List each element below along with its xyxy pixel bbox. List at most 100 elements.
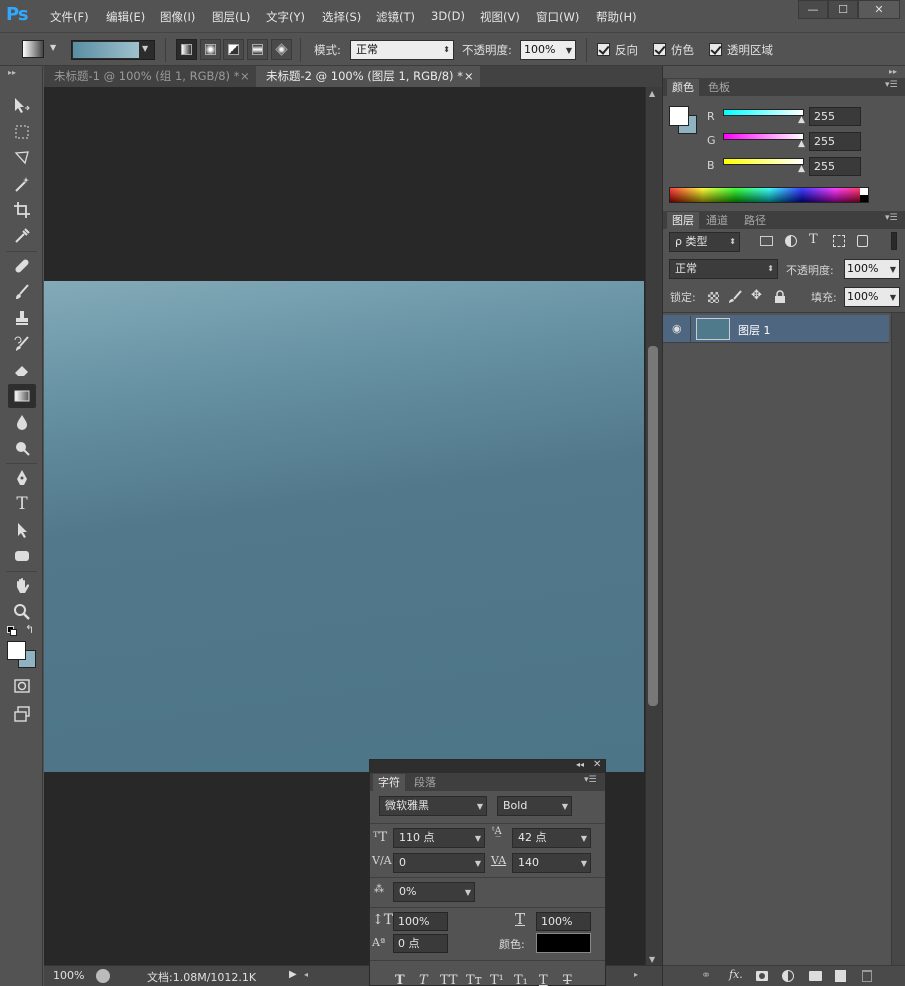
panel-menu-icon[interactable]: ▾☰ <box>584 775 597 785</box>
all-caps-button[interactable]: TT <box>440 973 458 986</box>
fill-input[interactable]: 100% ▼ <box>844 287 900 307</box>
adjustment-layer-icon[interactable] <box>782 970 794 982</box>
slider-thumb-icon[interactable]: ▲ <box>798 139 805 149</box>
close-tab-icon[interactable]: × <box>464 66 474 87</box>
reflected-gradient-button[interactable] <box>247 39 268 60</box>
superscript-button[interactable]: T¹ <box>490 973 504 986</box>
reverse-checkbox[interactable] <box>597 43 610 56</box>
gradient-tool-button-icon[interactable] <box>8 384 36 408</box>
add-mask-icon[interactable] <box>756 971 768 981</box>
lock-pixels-brush-icon[interactable] <box>728 290 742 304</box>
layer-name[interactable]: 图层 1 <box>738 322 771 338</box>
underline-button[interactable]: T <box>539 973 548 986</box>
close-panel-icon[interactable]: ✕ <box>593 759 601 770</box>
eyedropper-tool-icon[interactable] <box>8 224 36 248</box>
transparency-checkbox[interactable] <box>709 43 722 56</box>
close-button[interactable]: ✕ <box>858 0 900 19</box>
hand-tool-icon[interactable] <box>8 574 36 598</box>
tool-preset-chevron-icon[interactable]: ▼ <box>50 43 56 52</box>
lock-transparent-icon[interactable] <box>708 292 719 303</box>
scrollbar-thumb[interactable] <box>648 346 658 706</box>
tab-document-2[interactable]: 未标题-2 @ 100% (图层 1, RGB/8) * × <box>256 66 480 87</box>
menu-window[interactable]: 窗口(W) <box>536 9 579 25</box>
strikethrough-button[interactable]: T <box>563 973 572 986</box>
menu-help[interactable]: 帮助(H) <box>596 9 637 25</box>
close-tab-icon[interactable]: × <box>240 66 250 87</box>
scroll-up-icon[interactable]: ▲ <box>649 89 655 98</box>
r-slider[interactable] <box>723 109 804 116</box>
menu-file[interactable]: 文件(F) <box>50 9 89 25</box>
filter-type-icon[interactable]: T <box>809 232 818 247</box>
gradient-picker[interactable]: ▼ <box>71 40 155 60</box>
menu-type[interactable]: 文字(Y) <box>266 9 305 25</box>
clone-stamp-tool-icon[interactable] <box>8 306 36 330</box>
panel-menu-icon[interactable]: ▾☰ <box>885 80 898 90</box>
type-tool-icon[interactable]: T <box>8 492 36 516</box>
angle-gradient-button[interactable] <box>223 39 244 60</box>
tab-layers[interactable]: 图层 <box>667 212 699 229</box>
zoom-tool-icon[interactable] <box>8 600 36 624</box>
zoom-level[interactable]: 100% <box>53 969 84 982</box>
tab-paths[interactable]: 路径 <box>739 212 771 229</box>
layer-thumbnail[interactable] <box>696 318 730 340</box>
collapse-icon[interactable]: ▸▸ <box>8 68 16 77</box>
slider-thumb-icon[interactable]: ▲ <box>798 164 805 174</box>
mode-dropdown[interactable]: 正常 ⬍ <box>350 40 454 60</box>
default-colors-icon[interactable] <box>7 626 17 636</box>
slider-thumb-icon[interactable]: ▲ <box>798 115 805 125</box>
crop-tool-icon[interactable] <box>8 198 36 222</box>
visibility-eye-icon[interactable]: ◉ <box>672 322 682 335</box>
layer-opacity-input[interactable]: 100% ▼ <box>844 259 900 279</box>
vertical-scale-input[interactable]: 100% <box>393 912 448 931</box>
tab-document-1[interactable]: 未标题-1 @ 100% (组 1, RGB/8) * × <box>44 66 256 87</box>
radial-gradient-button[interactable] <box>200 39 221 60</box>
layers-scrollbar[interactable] <box>891 313 905 966</box>
path-selection-tool-icon[interactable] <box>8 518 36 542</box>
lock-all-icon[interactable] <box>774 290 786 304</box>
history-brush-tool-icon[interactable] <box>8 332 36 356</box>
b-slider[interactable] <box>723 158 804 165</box>
filter-pixel-icon[interactable] <box>760 236 773 246</box>
magic-wand-tool-icon[interactable] <box>8 172 36 196</box>
leading-input[interactable]: 42 点 ▼ <box>512 828 591 848</box>
move-tool-icon[interactable] <box>8 94 36 118</box>
foreground-color-swatch[interactable] <box>7 641 26 660</box>
filter-smart-object-icon[interactable] <box>857 235 868 247</box>
faux-italic-button[interactable]: T <box>419 973 428 986</box>
scroll-right-icon[interactable]: ▸ <box>634 970 638 979</box>
new-layer-icon[interactable] <box>835 970 846 982</box>
blur-tool-icon[interactable] <box>8 410 36 434</box>
tab-channels[interactable]: 通道 <box>701 212 733 229</box>
new-group-folder-icon[interactable] <box>809 971 822 981</box>
layer-row[interactable]: ◉ 图层 1 <box>663 315 889 343</box>
opacity-input[interactable]: 100% ▼ <box>520 40 576 60</box>
baseline-shift-input[interactable]: 0 点 <box>393 934 448 953</box>
text-color-swatch[interactable] <box>536 933 591 953</box>
filter-shape-icon[interactable] <box>833 235 845 247</box>
layer-filter-dropdown[interactable]: ρ 类型 ⬍ <box>669 232 740 252</box>
collapse-panel-icon[interactable]: ◂◂ <box>576 760 584 769</box>
kerning-input[interactable]: 0 ▼ <box>393 853 485 873</box>
screen-mode-icon[interactable] <box>8 702 36 726</box>
status-info-icon[interactable] <box>96 969 110 983</box>
tab-character[interactable]: 字符 <box>373 774 405 791</box>
gradient-tool-icon[interactable] <box>22 40 44 58</box>
font-style-dropdown[interactable]: Bold ▼ <box>497 796 572 816</box>
g-slider[interactable] <box>723 133 804 140</box>
faux-bold-button[interactable]: T <box>395 973 405 986</box>
small-caps-button[interactable]: Tт <box>466 973 482 986</box>
blend-mode-dropdown[interactable]: 正常 ⬍ <box>669 259 778 279</box>
lasso-tool-icon[interactable] <box>8 146 36 170</box>
scroll-down-icon[interactable]: ▼ <box>649 955 655 964</box>
char-panel-titlebar[interactable]: ◂◂ ✕ <box>370 759 605 773</box>
healing-brush-tool-icon[interactable] <box>8 254 36 278</box>
menu-view[interactable]: 视图(V) <box>480 9 520 25</box>
minimize-button[interactable]: — <box>798 0 828 19</box>
maximize-button[interactable]: ☐ <box>828 0 858 19</box>
lock-position-icon[interactable]: ✥ <box>751 288 762 303</box>
menu-filter[interactable]: 滤镜(T) <box>376 9 415 25</box>
subscript-button[interactable]: T₁ <box>514 973 528 986</box>
swap-colors-icon[interactable]: ↰ <box>25 623 34 636</box>
dither-checkbox[interactable] <box>653 43 666 56</box>
linear-gradient-button[interactable] <box>176 39 197 60</box>
